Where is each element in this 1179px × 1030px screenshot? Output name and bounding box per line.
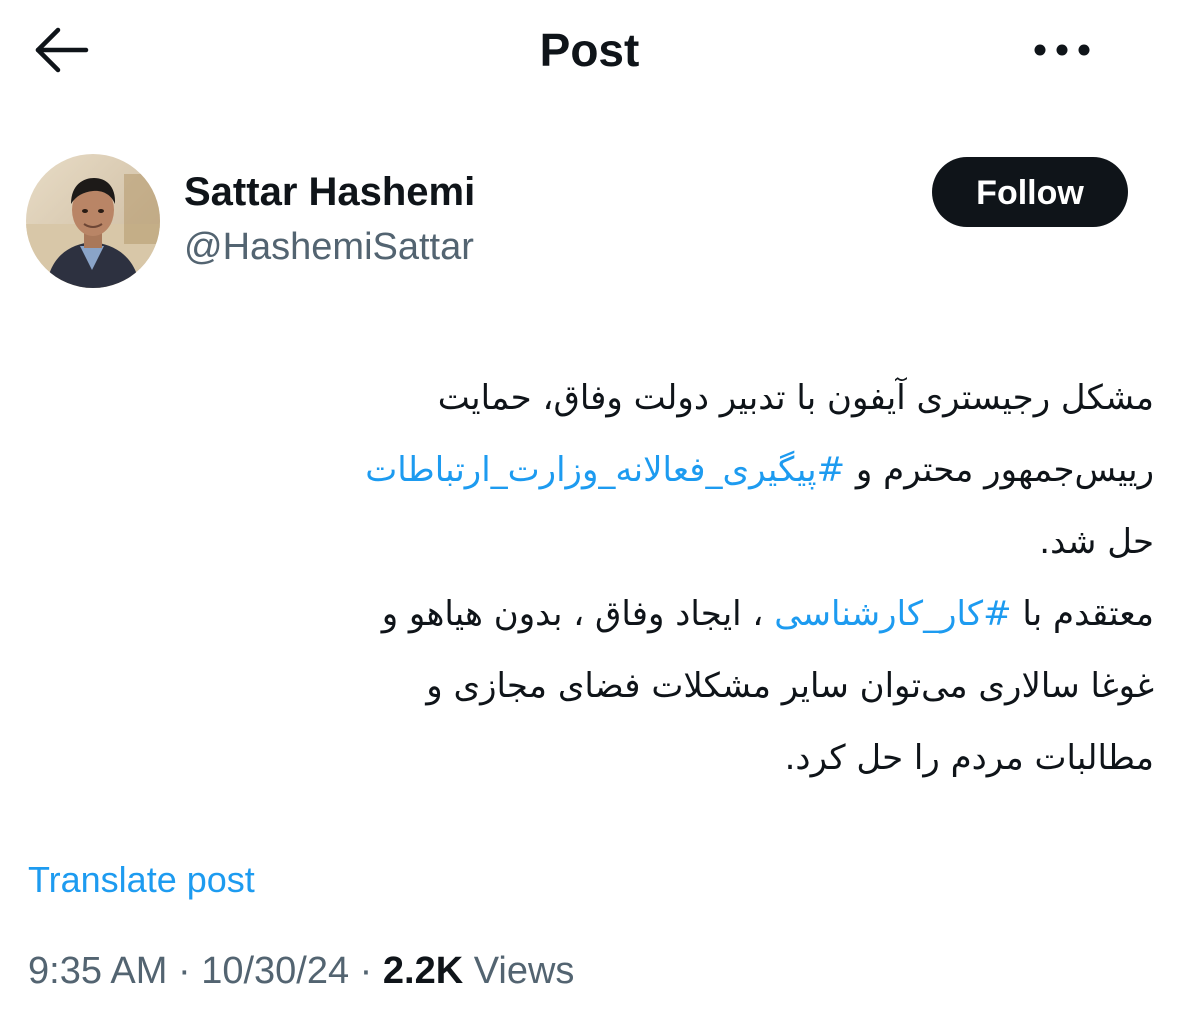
meta-separator: · [167,950,202,992]
follow-button[interactable]: Follow [932,157,1128,227]
tweet-text-segment: معتقدم با [1011,594,1154,634]
tweet-line: حل شد. [60,506,1154,578]
post-meta: 9:35 AM · 10/30/24 · 2.2K Views [28,946,574,996]
top-bar: Post [0,0,1179,100]
tweet-line: معتقدم با #کار_کارشناسی ، ایجاد وفاق ، ب… [60,578,1154,650]
views-count[interactable]: 2.2K [383,950,463,992]
author-display-name[interactable]: Sattar Hashemi [184,166,475,218]
tweet-line: مشکل رجیستری آیفون با تدبیر دولت وفاق، ح… [60,362,1154,434]
tweet-text-segment: رییس‌جمهور محترم و [845,450,1154,490]
tweet-text-segment: حل شد. [1039,522,1154,562]
avatar[interactable] [26,154,160,288]
tweet-line: رییس‌جمهور محترم و #پیگیری_فعالانه_وزارت… [60,434,1154,506]
page-title: Post [539,24,640,76]
tweet-line: غوغا سالاری می‌توان سایر مشکلات فضای مجا… [60,650,1154,722]
author-handle[interactable]: @HashemiSattar [184,222,474,272]
more-horizontal-icon[interactable] [1026,26,1098,74]
hashtag-link[interactable]: #کار_کارشناسی [774,594,1011,634]
post-time[interactable]: 9:35 AM [28,950,167,992]
tweet-text-segment: ، ایجاد وفاق ، بدون هیاهو و [381,594,775,634]
meta-separator: · [349,950,383,992]
tweet-text: مشکل رجیستری آیفون با تدبیر دولت وفاق، ح… [60,362,1154,794]
translate-post-link[interactable]: Translate post [28,856,255,904]
arrow-left-icon[interactable] [30,22,90,78]
views-label: Views [473,950,575,992]
hashtag-link[interactable]: #پیگیری_فعالانه_وزارت_ارتباطات [365,450,845,490]
tweet-text-segment: مشکل رجیستری آیفون با تدبیر دولت وفاق، ح… [437,378,1154,418]
tweet-text-segment: مطالبات مردم را حل کرد. [784,738,1154,778]
post-date[interactable]: 10/30/24 [201,950,349,992]
tweet-line: مطالبات مردم را حل کرد. [60,722,1154,794]
tweet-text-segment: غوغا سالاری می‌توان سایر مشکلات فضای مجا… [426,666,1154,706]
